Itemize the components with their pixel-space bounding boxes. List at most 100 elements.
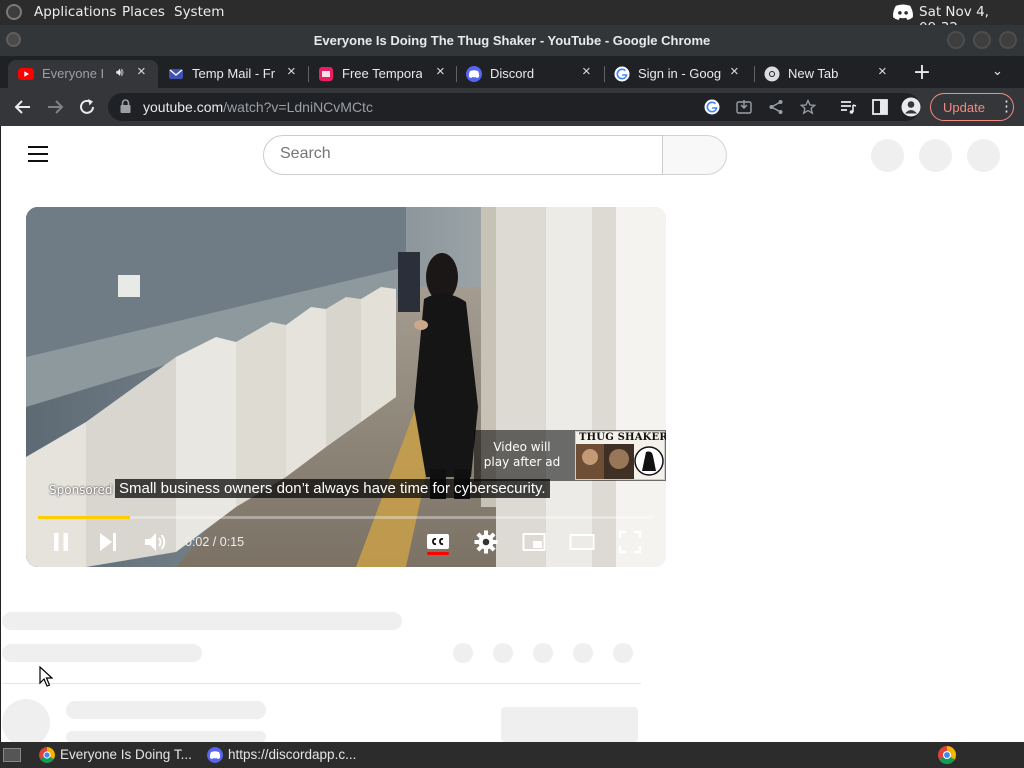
pause-icon[interactable] <box>48 529 74 555</box>
time-display: 0:02 / 0:15 <box>185 535 245 549</box>
reload-icon[interactable] <box>77 97 97 117</box>
minimize-button[interactable] <box>947 31 965 49</box>
close-tab-icon[interactable]: × <box>582 63 591 80</box>
window-title: Everyone Is Doing The Thug Shaker - YouT… <box>313 33 711 48</box>
settings-gear-icon[interactable] <box>473 529 499 555</box>
tab-youtube[interactable]: Everyone I 🔊︎ × <box>8 60 158 88</box>
youtube-page: Sponsored · Small business owners don’t … <box>0 126 1024 747</box>
discord-tray-icon[interactable] <box>892 4 914 20</box>
update-label: Update <box>943 100 985 115</box>
chrome-tray-icon[interactable] <box>938 746 956 764</box>
up-next-thumbnail[interactable]: THUG SHAKER <box>575 431 666 480</box>
search-button[interactable] <box>663 135 727 175</box>
youtube-icon <box>18 68 34 80</box>
search-input[interactable] <box>280 145 650 163</box>
miniplayer-icon[interactable] <box>521 529 547 555</box>
tab-search-chevron-icon[interactable]: ⌄ <box>992 64 1003 79</box>
lock-icon[interactable] <box>120 99 131 113</box>
chrome-icon <box>39 747 55 763</box>
taskbar-chrome-window[interactable]: Everyone Is Doing T... <box>36 745 200 765</box>
taskbar-discord-window[interactable]: https://discordapp.c... <box>204 745 374 765</box>
speaker-icon[interactable]: 🔊︎ <box>116 65 124 80</box>
google-icon <box>614 66 630 82</box>
tab-label: New Tab <box>788 66 839 81</box>
temp-mail-icon <box>169 69 183 79</box>
tab-new-tab[interactable]: New Tab × <box>754 60 902 88</box>
taskbar: Everyone Is Doing T... https://discordap… <box>0 742 1024 768</box>
next-video-icon[interactable] <box>95 529 121 555</box>
hamburger-menu-icon[interactable] <box>28 146 48 162</box>
more-menu-icon[interactable]: ⋮ <box>999 97 1014 115</box>
tab-label: Temp Mail - Fr <box>192 66 276 81</box>
tab-free-temporary-mail[interactable]: Free Tempora × <box>308 60 456 88</box>
sponsored-label: Sponsored · <box>49 483 121 497</box>
skeleton-avatar-placeholder <box>967 139 1000 172</box>
tab-label: Free Tempora <box>342 66 422 81</box>
tab-label: Discord <box>490 66 535 81</box>
bookmark-star-icon[interactable] <box>800 99 816 115</box>
menu-system[interactable]: System <box>174 4 224 20</box>
google-lens-icon[interactable] <box>704 99 720 115</box>
skeleton-channel-placeholder <box>66 701 266 719</box>
up-next-preview[interactable]: Video will play after ad THUG SHAKER <box>474 430 666 481</box>
applications-logo-icon[interactable] <box>6 4 22 20</box>
url-text[interactable]: youtube.com/watch?v=LdniNCvMCtc <box>143 99 373 115</box>
url-host: youtube.com <box>143 99 224 115</box>
skeleton-action-placeholder <box>493 643 513 663</box>
address-bar[interactable]: youtube.com/watch?v=LdniNCvMCtc <box>108 93 920 121</box>
skeleton-icon-placeholder <box>919 139 952 172</box>
tab-google-sign-in[interactable]: Sign in - Googl × <box>604 60 754 88</box>
url-path: /watch?v=LdniNCvMCtc <box>223 99 373 115</box>
tab-temp-mail[interactable]: Temp Mail - Fr × <box>158 60 308 88</box>
maximize-button[interactable] <box>973 31 991 49</box>
skeleton-action-placeholder <box>573 643 593 663</box>
profile-avatar-icon[interactable] <box>901 97 921 117</box>
menu-places[interactable]: Places <box>122 4 165 20</box>
skeleton-action-placeholder <box>613 643 633 663</box>
close-window-button[interactable] <box>999 31 1017 49</box>
skeleton-icon-placeholder <box>871 139 904 172</box>
install-app-icon[interactable] <box>736 99 752 115</box>
skeleton-subtitle-placeholder <box>2 644 202 662</box>
search-box[interactable] <box>263 135 663 175</box>
menu-applications[interactable]: Applications <box>34 4 116 20</box>
temp-mail-pink-icon <box>319 67 333 81</box>
back-arrow-icon[interactable] <box>13 97 33 117</box>
closed-captions-icon[interactable] <box>425 529 451 555</box>
task-label: Everyone Is Doing T... <box>60 747 192 762</box>
tab-strip: Everyone I 🔊︎ × Temp Mail - Fr × Free Te… <box>0 56 1024 88</box>
forward-arrow-icon[interactable] <box>45 97 65 117</box>
side-panel-icon[interactable] <box>870 97 890 117</box>
close-tab-icon[interactable]: × <box>436 63 445 80</box>
close-tab-icon[interactable]: × <box>730 63 739 80</box>
progress-fill <box>38 516 131 519</box>
chrome-icon <box>764 66 780 82</box>
skeleton-title-placeholder <box>2 612 402 630</box>
media-controls-icon[interactable] <box>838 97 858 117</box>
discord-icon <box>466 66 482 82</box>
progress-bar[interactable] <box>38 516 654 519</box>
task-label: https://discordapp.c... <box>228 747 357 762</box>
share-icon[interactable] <box>768 99 784 115</box>
top-panel: Applications Places System Sat Nov 4, 09… <box>0 0 1024 36</box>
tab-discord[interactable]: Discord × <box>456 60 604 88</box>
update-button[interactable]: Update ⋮ <box>930 93 1014 121</box>
divider <box>2 683 641 684</box>
video-frame <box>26 207 666 567</box>
caption-text: Small business owners don’t always have … <box>115 479 550 498</box>
theater-mode-icon[interactable] <box>569 529 595 555</box>
skeleton-action-placeholder <box>453 643 473 663</box>
fullscreen-icon[interactable] <box>617 529 643 555</box>
thumbnail-title: THUG SHAKER <box>579 432 666 443</box>
show-desktop-icon[interactable] <box>3 748 21 762</box>
volume-icon[interactable] <box>142 529 168 555</box>
mouse-cursor-icon <box>39 666 53 687</box>
close-tab-icon[interactable]: × <box>287 63 296 80</box>
close-tab-icon[interactable]: × <box>878 63 887 80</box>
thumbnail-image <box>576 444 664 479</box>
skeleton-action-placeholder <box>533 643 553 663</box>
close-tab-icon[interactable]: × <box>137 63 146 80</box>
video-player[interactable]: Sponsored · Small business owners don’t … <box>26 207 666 567</box>
new-tab-plus-icon[interactable]: + <box>911 60 933 85</box>
tab-label: Sign in - Googl <box>638 66 722 81</box>
